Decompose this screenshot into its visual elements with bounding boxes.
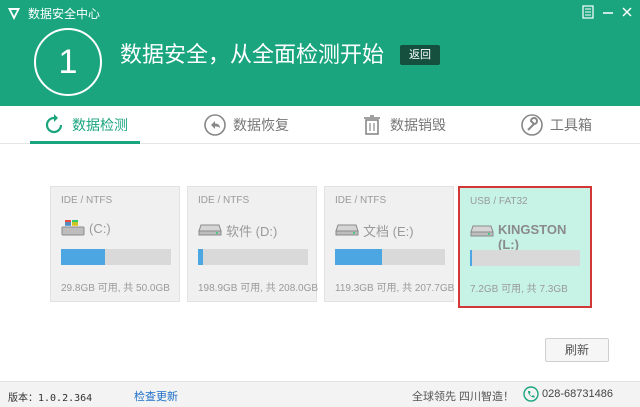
support-phone: 028-68731486	[542, 388, 613, 400]
app-window: 数据安全中心 1 数据安全，从全面检测开始 返回 数据检测 数据恢复 数据销毁 …	[0, 0, 640, 407]
drive-name: (C:)	[89, 221, 111, 236]
drive-usage-bar	[198, 249, 308, 265]
trash-icon	[364, 115, 380, 135]
app-logo-icon	[8, 8, 20, 20]
drive-capacity: 198.9GB 可用, 共 208.0GB	[198, 283, 319, 294]
drive-name: 软件 (D:)	[226, 224, 278, 239]
tab-data-detect[interactable]: 数据检测	[42, 106, 128, 144]
active-tab-indicator	[30, 141, 140, 144]
drive-usage-fill	[61, 249, 105, 265]
refresh-button[interactable]: 刷新	[545, 338, 609, 362]
phone-icon	[523, 386, 539, 402]
drive-tile-l[interactable]: USB / FAT32 KINGSTON (L:) 7.2GB 可用, 共 7.…	[458, 186, 592, 308]
hard-disk-icon	[335, 224, 359, 236]
status-bar: 版本：1.0.2.364 检查更新 全球领先 四川智造！ 028-6873148…	[0, 381, 640, 407]
tab-data-destroy[interactable]: 数据销毁	[360, 106, 446, 144]
menu-icon[interactable]	[580, 4, 596, 20]
drive-usage-fill	[470, 250, 472, 266]
wrench-icon	[521, 114, 543, 136]
drive-usage-fill	[198, 249, 203, 265]
drive-tile-e[interactable]: IDE / NTFS 文档 (E:) 119.3GB 可用, 共 207.7GB	[324, 186, 454, 302]
minimize-icon[interactable]	[600, 4, 616, 20]
drive-capacity: 29.8GB 可用, 共 50.0GB	[61, 283, 170, 294]
drive-capacity: 7.2GB 可用, 共 7.3GB	[470, 284, 568, 295]
drive-usage-bar	[335, 249, 445, 265]
header: 数据安全中心 1 数据安全，从全面检测开始 返回	[0, 0, 640, 106]
drive-capacity: 119.3GB 可用, 共 207.7GB	[335, 283, 455, 294]
tab-data-recover[interactable]: 数据恢复	[203, 106, 289, 144]
tab-label: 工具箱	[550, 117, 592, 133]
drive-tile-d[interactable]: IDE / NTFS 软件 (D:) 198.9GB 可用, 共 208.0GB	[187, 186, 319, 302]
drive-name: 文档 (E:)	[363, 224, 414, 239]
drive-type: IDE / NTFS	[61, 195, 113, 206]
drive-tile-c[interactable]: IDE / NTFS (C:) 29.8GB 可用, 共 50.0GB	[50, 186, 180, 302]
drive-usage-fill	[335, 249, 382, 265]
usb-drive-icon	[470, 225, 494, 237]
close-icon[interactable]	[619, 4, 635, 20]
title-bar: 数据安全中心	[0, 0, 640, 28]
hard-disk-icon	[198, 224, 222, 236]
tab-label: 数据销毁	[390, 117, 446, 133]
windows-drive-icon	[61, 220, 85, 236]
tab-label: 数据检测	[72, 117, 128, 133]
undo-arrow-icon	[204, 114, 226, 136]
tab-label: 数据恢复	[233, 117, 289, 133]
drive-usage-bar	[61, 249, 171, 265]
page-title: 数据安全，从全面检测开始	[120, 42, 385, 67]
check-update-link[interactable]: 检查更新	[134, 388, 178, 404]
drive-name: KINGSTON (L:)	[498, 222, 567, 252]
drive-type: IDE / NTFS	[335, 195, 387, 206]
app-title: 数据安全中心	[28, 7, 101, 21]
drive-type: USB / FAT32	[470, 196, 528, 207]
slogan-text: 全球领先 四川智造！	[412, 391, 515, 403]
drive-usage-bar	[470, 250, 580, 266]
version-label: 版本：1.0.2.364	[8, 393, 93, 404]
step-indicator: 1	[34, 28, 102, 96]
refresh-scan-icon	[45, 114, 63, 134]
tab-bar: 数据检测 数据恢复 数据销毁 工具箱	[0, 106, 640, 144]
back-button[interactable]: 返回	[400, 45, 440, 65]
tab-toolbox[interactable]: 工具箱	[520, 106, 592, 144]
drive-type: IDE / NTFS	[198, 195, 250, 206]
